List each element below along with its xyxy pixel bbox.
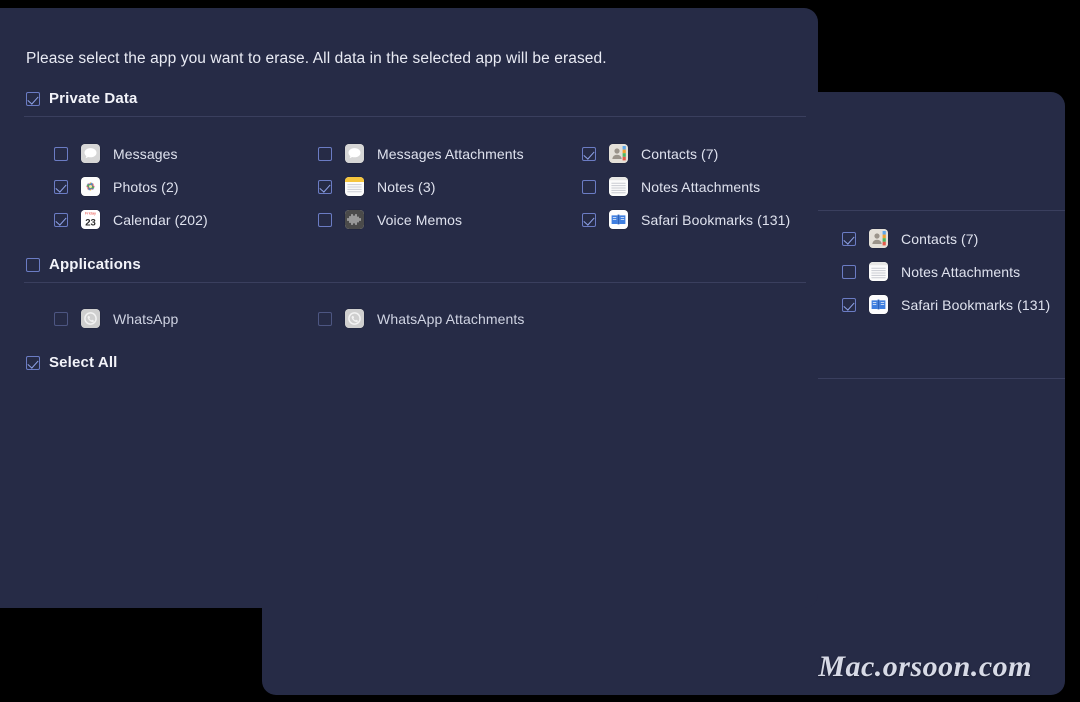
contacts-checkbox[interactable] [582, 146, 596, 161]
app-row-notes[interactable]: Notes (3) [318, 177, 435, 196]
erase-private-data-dialog[interactable]: Please select the app you want to erase.… [0, 8, 818, 608]
app-label: WhatsApp Attachments [377, 310, 525, 327]
app-label: Messages Attachments [377, 145, 524, 162]
app-label: Notes (3) [377, 178, 436, 195]
voice-memos-checkbox[interactable] [318, 212, 332, 227]
app-row-notes-attachments[interactable]: Notes Attachments [582, 177, 760, 196]
app-label: Photos (2) [113, 178, 179, 195]
svg-text:23: 23 [85, 218, 96, 229]
app-label: Contacts (7) [641, 145, 719, 162]
contacts-icon [609, 144, 628, 163]
section-header-private-data[interactable]: Private Data [26, 90, 138, 107]
messages-checkbox[interactable] [54, 146, 68, 161]
section-label: Applications [49, 256, 141, 273]
notes-attachments-checkbox[interactable] [582, 179, 596, 194]
applications-checkbox[interactable] [26, 257, 40, 272]
divider-under-applications [24, 282, 806, 283]
messages-icon [81, 144, 100, 163]
watermark: Mac.orsoon.com [818, 650, 1032, 683]
whatsapp-icon [81, 309, 100, 328]
select-all-label: Select All [49, 354, 118, 371]
background-app-label: Notes Attachments [901, 263, 1021, 280]
svg-text:Friday: Friday [85, 211, 96, 216]
app-row-messages-attachments[interactable]: Messages Attachments [318, 144, 524, 163]
section-label: Private Data [49, 90, 138, 107]
select-all-checkbox[interactable] [26, 355, 40, 370]
messages-icon [345, 144, 364, 163]
screenshot-stage: app will be erased. Co [0, 0, 1080, 702]
contacts-icon [869, 229, 888, 248]
app-label: Voice Memos [377, 211, 463, 228]
voice-memos-icon [345, 210, 364, 229]
select-all-row[interactable]: Select All [26, 354, 117, 371]
background-app-row-contacts[interactable]: Contacts (7) [842, 229, 978, 248]
app-row-messages[interactable]: Messages [54, 144, 178, 163]
notes-attachments-icon [609, 177, 628, 196]
app-row-whatsapp[interactable]: WhatsApp [54, 309, 178, 328]
background-notes-attachments-checkbox[interactable] [842, 264, 856, 279]
safari-bookmarks-icon [869, 295, 888, 314]
app-row-safari-bookmarks[interactable]: Safari Bookmarks (131) [582, 210, 790, 229]
calendar-checkbox[interactable] [54, 212, 68, 227]
photos-icon [81, 177, 100, 196]
app-row-photos[interactable]: Photos (2) [54, 177, 179, 196]
background-app-row-notes-attachments[interactable]: Notes Attachments [842, 262, 1020, 281]
background-safari-bookmarks-checkbox[interactable] [842, 297, 856, 312]
messages-attachments-checkbox[interactable] [318, 146, 332, 161]
app-label: Calendar (202) [113, 211, 208, 228]
photos-checkbox[interactable] [54, 179, 68, 194]
notes-checkbox[interactable] [318, 179, 332, 194]
divider-under-private-data [24, 116, 806, 117]
background-contacts-checkbox[interactable] [842, 231, 856, 246]
app-label: Safari Bookmarks (131) [641, 211, 791, 228]
notes-icon [345, 177, 364, 196]
background-app-label: Contacts (7) [901, 230, 979, 247]
whatsapp-icon [345, 309, 364, 328]
app-row-calendar[interactable]: Friday 23 Calendar (202) [54, 210, 208, 229]
private-data-checkbox[interactable] [26, 91, 40, 106]
background-app-row-safari-bookmarks[interactable]: Safari Bookmarks (131) [842, 295, 1050, 314]
app-label: Notes Attachments [641, 178, 761, 195]
notes-attachments-icon [869, 262, 888, 281]
app-row-contacts[interactable]: Contacts (7) [582, 144, 718, 163]
safari-bookmarks-checkbox[interactable] [582, 212, 596, 227]
app-label: WhatsApp [113, 310, 179, 327]
app-label: Messages [113, 145, 178, 162]
app-row-whatsapp-attachments[interactable]: WhatsApp Attachments [318, 309, 525, 328]
app-row-voice-memos[interactable]: Voice Memos [318, 210, 462, 229]
whatsapp-checkbox[interactable] [54, 311, 68, 326]
dialog-prompt: Please select the app you want to erase.… [26, 50, 607, 67]
whatsapp-attachments-checkbox[interactable] [318, 311, 332, 326]
safari-bookmarks-icon [609, 210, 628, 229]
section-header-applications[interactable]: Applications [26, 256, 141, 273]
calendar-icon: Friday 23 [81, 210, 100, 229]
background-app-label: Safari Bookmarks (131) [901, 296, 1051, 313]
